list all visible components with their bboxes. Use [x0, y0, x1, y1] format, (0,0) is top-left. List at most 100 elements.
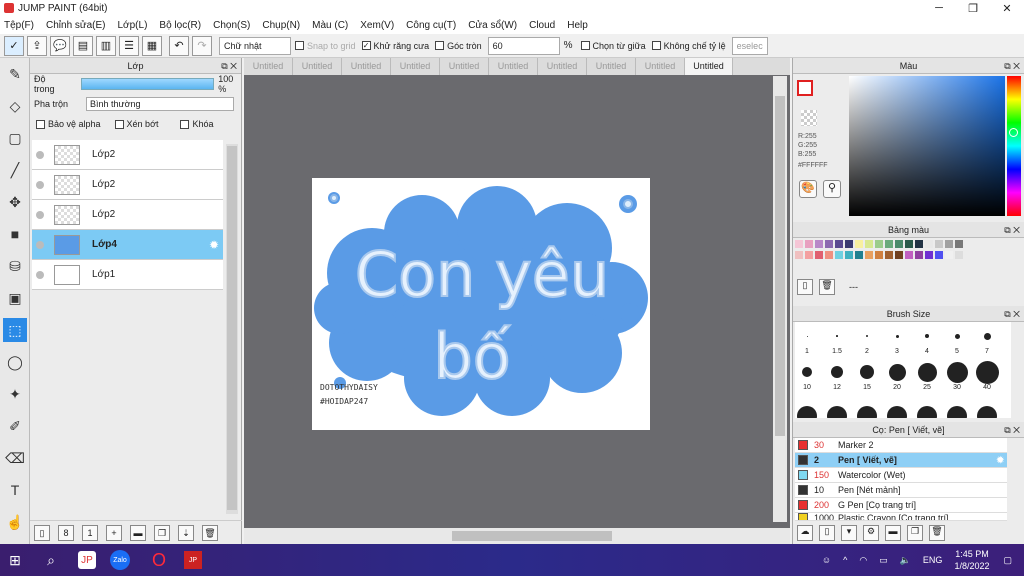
menu-file[interactable]: Tệp(F) — [4, 20, 34, 31]
list-icon[interactable]: ☰ — [119, 35, 139, 56]
brush-size-dot[interactable] — [895, 334, 899, 338]
eyedropper-icon[interactable]: ⚲ — [823, 180, 841, 198]
deselect-button[interactable]: eselec — [731, 36, 768, 55]
brush-size-dot[interactable] — [975, 360, 999, 384]
undo-icon[interactable]: ↶ — [169, 35, 189, 56]
palette-swatch[interactable] — [935, 251, 943, 259]
antialias-checkbox[interactable]: ✓ Khử răng cưa — [361, 41, 429, 51]
layer-row[interactable]: Lớp2 — [32, 140, 223, 170]
move-tool-icon[interactable]: ✥ — [3, 190, 27, 214]
panel-close-icon[interactable]: ⧉ ✕ — [1004, 306, 1020, 322]
minimize-button[interactable]: ─ — [922, 0, 956, 16]
brush-size-dot[interactable] — [866, 335, 868, 337]
palette-swatch[interactable] — [795, 251, 803, 259]
menu-window[interactable]: Cửa sổ(W) — [468, 20, 517, 31]
rect-tool-icon[interactable]: ▢ — [3, 126, 27, 150]
brush-delete-icon[interactable]: 🗑 — [929, 525, 945, 541]
menu-capture[interactable]: Chụp(N) — [262, 20, 300, 31]
snap-to-grid-checkbox[interactable]: Snap to grid — [295, 41, 356, 51]
palette-swatch[interactable] — [885, 251, 893, 259]
panel-close-icon[interactable]: ⧉ ✕ — [1004, 58, 1020, 74]
add-swatch-icon[interactable]: ▯ — [797, 279, 813, 295]
protect-alpha-checkbox[interactable]: Bảo vệ alpha — [36, 119, 101, 129]
brush-folder-icon[interactable]: ▬ — [885, 525, 901, 541]
doc-tab[interactable]: Untitled — [293, 58, 342, 75]
doc-tab-active[interactable]: Untitled — [685, 58, 733, 75]
round-value-input[interactable]: 60 — [487, 36, 560, 55]
menu-view[interactable]: Xem(V) — [360, 20, 394, 31]
panel-close-icon[interactable]: ⧉ ✕ — [1004, 422, 1020, 438]
palette-swatch[interactable] — [945, 251, 953, 259]
operation-tool-icon[interactable]: ☝ — [3, 510, 27, 534]
visibility-icon[interactable] — [36, 180, 44, 189]
language-indicator[interactable]: ENG — [923, 555, 943, 565]
palette-swatch[interactable] — [935, 240, 943, 248]
page-icon[interactable]: ▥ — [96, 35, 116, 56]
menu-layer[interactable]: Lớp(L) — [118, 20, 148, 31]
doc-tab[interactable]: Untitled — [244, 58, 293, 75]
comment-icon[interactable]: ▤ — [73, 35, 93, 56]
brush-item[interactable]: 1000 Plastic Crayon [Cọ trang trí] — [795, 513, 1007, 521]
people-icon[interactable]: ☺ — [822, 555, 831, 565]
brush-copy-icon[interactable]: ❐ — [907, 525, 923, 541]
brush-size-dot[interactable] — [977, 406, 997, 418]
visibility-icon[interactable] — [36, 270, 44, 279]
text-tool-icon[interactable]: T — [3, 478, 27, 502]
opera-icon[interactable]: O — [144, 545, 174, 575]
brush-size-dot[interactable] — [947, 406, 967, 418]
clipping-checkbox[interactable]: Xén bớt — [114, 119, 158, 129]
artwork-canvas[interactable]: Con yêu bố DOTOTHYDAISY #HOIDAP247 — [312, 178, 650, 430]
gradient-tool-icon[interactable]: ▣ — [3, 286, 27, 310]
app-pinned-icon[interactable]: JP — [184, 551, 202, 569]
folder-icon[interactable]: ▬ — [130, 524, 146, 541]
check-icon[interactable]: ✓ — [4, 35, 24, 56]
zalo-icon[interactable]: Zalo — [110, 550, 130, 570]
palette-swatch[interactable] — [835, 240, 843, 248]
new-layer-icon[interactable]: ▯ — [34, 524, 50, 541]
visibility-icon[interactable] — [36, 240, 44, 249]
layer-scrollbar[interactable] — [226, 144, 238, 514]
grid-icon[interactable]: ▦ — [142, 35, 162, 56]
hue-slider[interactable] — [1007, 76, 1021, 216]
menu-cloud[interactable]: Cloud — [529, 20, 555, 31]
palette-swatch[interactable] — [825, 240, 833, 248]
visibility-icon[interactable] — [36, 150, 44, 159]
cloud-brush-icon[interactable]: ☁ — [797, 525, 813, 541]
select-middle-checkbox[interactable]: Chọn từ giữa — [580, 41, 646, 51]
layer-row-selected[interactable]: Lớp4 ✹ — [32, 230, 223, 260]
palette-swatch[interactable] — [905, 240, 913, 248]
palette-swatch[interactable] — [815, 240, 823, 248]
brush-item[interactable]: 200 G Pen [Cọ trang trí] — [795, 498, 1007, 513]
menu-filter[interactable]: Bộ lọc(R) — [159, 20, 201, 31]
palette-swatch[interactable] — [925, 240, 933, 248]
blend-mode-dropdown[interactable]: Bình thường — [86, 97, 235, 111]
hue-handle[interactable] — [1009, 128, 1018, 137]
volume-icon[interactable]: 🔈 — [900, 555, 911, 566]
visibility-icon[interactable] — [36, 210, 44, 219]
brush-size-dot[interactable] — [836, 335, 838, 337]
doc-tab[interactable]: Untitled — [636, 58, 685, 75]
brush-size-dot[interactable] — [831, 366, 843, 378]
eraser-tool-icon[interactable]: ◇ — [3, 94, 27, 118]
round-corner-checkbox[interactable]: Góc tròn — [435, 41, 482, 51]
doc-tab[interactable]: Untitled — [391, 58, 440, 75]
speech-bubble-icon[interactable]: 💬 — [50, 35, 70, 56]
palette-swatch[interactable] — [815, 251, 823, 259]
brush-item[interactable]: 30 Marker 2 — [795, 438, 1007, 453]
redo-icon[interactable]: ↷ — [192, 35, 212, 56]
keep-ratio-checkbox[interactable]: Không chế tỷ lệ — [651, 41, 726, 51]
notification-icon[interactable]: ▢ — [1003, 555, 1012, 566]
palette-swatch[interactable] — [945, 240, 953, 248]
palette-swatch[interactable] — [845, 251, 853, 259]
palette-swatch[interactable] — [875, 240, 883, 248]
delete-icon[interactable]: 🗑 — [202, 524, 218, 541]
brush-item[interactable]: 150 Watercolor (Wet) — [795, 468, 1007, 483]
menu-tools[interactable]: Công cụ(T) — [406, 20, 456, 31]
merge-icon[interactable]: ⇣ — [178, 524, 194, 541]
lock-checkbox[interactable]: Khóa — [180, 119, 214, 129]
brush-size-dot[interactable] — [827, 406, 847, 418]
palette-swatch[interactable] — [885, 240, 893, 248]
color-palette[interactable] — [795, 240, 1015, 272]
brush-size-dot[interactable] — [806, 335, 808, 337]
palette-swatch[interactable] — [915, 251, 923, 259]
